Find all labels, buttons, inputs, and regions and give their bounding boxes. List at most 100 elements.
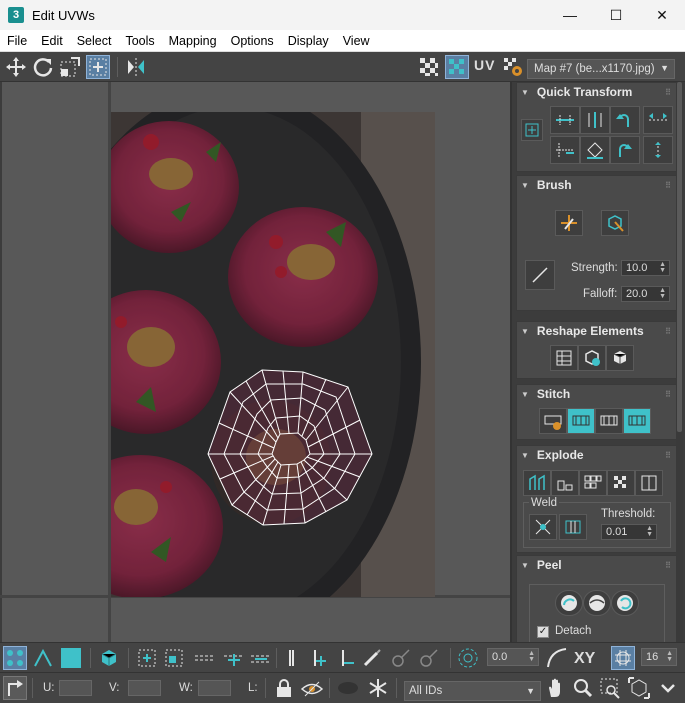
align-to-edge-icon[interactable]	[580, 136, 610, 164]
weld-label: Weld	[529, 497, 559, 509]
brush-header[interactable]: ▼ Brush ⠿	[517, 176, 676, 194]
stitch-average-icon[interactable]	[595, 408, 623, 434]
ring-select-icon[interactable]	[279, 646, 303, 670]
shrink-selection-icon[interactable]	[162, 646, 186, 670]
freeze-icon[interactable]	[366, 676, 390, 700]
relax-element-icon[interactable]	[578, 345, 606, 371]
align-vertical-icon[interactable]	[580, 106, 610, 134]
zoom-extents-dropdown-icon[interactable]	[656, 676, 680, 700]
minimize-button[interactable]: —	[547, 0, 593, 30]
stitch-custom-icon[interactable]	[539, 408, 567, 434]
zoom-region-icon[interactable]	[598, 676, 622, 700]
align-horizontal-icon[interactable]	[550, 106, 580, 134]
select-edge-icon[interactable]	[31, 646, 55, 670]
material-id-dropdown[interactable]: All IDs ▼	[404, 681, 541, 701]
xy-axis-toggle[interactable]: XY	[574, 650, 595, 668]
paint-move-icon[interactable]	[555, 210, 583, 236]
flip-horizontal-icon[interactable]	[643, 106, 673, 134]
select-vertex-icon[interactable]	[3, 646, 27, 670]
map-settings-icon[interactable]	[501, 55, 525, 79]
scale-icon[interactable]	[58, 55, 82, 79]
paint-select-icon[interactable]	[360, 646, 384, 670]
grid-snap-icon[interactable]	[611, 646, 635, 670]
menu-edit[interactable]: Edit	[34, 34, 70, 48]
threshold-spinner[interactable]: 0.01 ▲ ▼	[601, 524, 657, 540]
move-icon[interactable]	[4, 55, 28, 79]
absolute-offset-mode-icon[interactable]	[3, 676, 27, 700]
detach-checkbox[interactable]: ✓	[537, 626, 549, 638]
strength-spinner[interactable]: 10.0 ▲ ▼	[621, 260, 670, 276]
straighten-selection-icon[interactable]	[550, 345, 578, 371]
checker-pattern-icon[interactable]	[417, 55, 441, 79]
loop-grow-icon[interactable]	[222, 646, 246, 670]
freeform-mode-icon[interactable]	[86, 55, 110, 79]
rotate-cw-icon[interactable]	[610, 136, 640, 164]
rotate-angle-spinner[interactable]: 0.0 ▲ ▼	[487, 648, 539, 666]
w-coordinate-field[interactable]	[198, 680, 231, 696]
brush-rollout: ▼ Brush ⠿ Strength: 10.0 ▲ ▼ Falloff: 20.0 ▲ ▼	[516, 175, 677, 311]
stack-element-icon[interactable]	[606, 345, 634, 371]
lock-selection-icon[interactable]	[272, 676, 296, 700]
zoom-extents-icon[interactable]	[627, 676, 651, 700]
brush-falloff-curve-icon[interactable]	[525, 260, 555, 290]
stitch-header[interactable]: ▼ Stitch ⠿	[517, 385, 676, 403]
grow-selection-icon[interactable]	[135, 646, 159, 670]
menu-view[interactable]: View	[336, 34, 377, 48]
flatten-by-polygon-angle-icon[interactable]	[607, 470, 635, 496]
soft-selection-icon[interactable]	[456, 646, 480, 670]
flip-vertical-icon[interactable]	[643, 136, 673, 164]
maximize-button[interactable]: ☐	[593, 0, 639, 30]
explode-header[interactable]: ▼ Explode ⠿	[517, 446, 676, 464]
pan-hand-icon[interactable]	[544, 676, 568, 700]
mirror-icon[interactable]	[124, 55, 148, 79]
grid-size-spinner[interactable]: 16 ▲ ▼	[641, 648, 677, 666]
menu-display[interactable]: Display	[281, 34, 336, 48]
flatten-by-material-icon[interactable]	[579, 470, 607, 496]
flatten-custom-icon[interactable]	[635, 470, 663, 496]
rotate-icon[interactable]	[31, 55, 55, 79]
weld-selected-icon[interactable]	[529, 514, 557, 540]
zoom-icon[interactable]	[571, 676, 595, 700]
menu-mapping[interactable]: Mapping	[162, 34, 224, 48]
relax-brush-icon[interactable]	[601, 210, 629, 236]
uv-label[interactable]: UV	[474, 57, 495, 73]
ring-shrink-icon[interactable]	[334, 646, 358, 670]
paint-select-grow-icon[interactable]	[389, 646, 413, 670]
menu-options[interactable]: Options	[224, 34, 281, 48]
rotate-ccw-icon[interactable]	[610, 106, 640, 134]
weld-all-selected-icon[interactable]	[559, 514, 587, 540]
flatten-by-smoothing-group-icon[interactable]	[551, 470, 579, 496]
falloff-spinner[interactable]: 20.0 ▲ ▼	[621, 286, 670, 302]
peel-mode-icon[interactable]	[583, 590, 611, 616]
space-horizontal-icon[interactable]	[550, 136, 580, 164]
v-coordinate-field[interactable]	[128, 680, 161, 696]
close-button[interactable]: ✕	[639, 0, 685, 30]
map-selector-dropdown[interactable]: Map #7 (be...x1170.jpg) ▼	[527, 59, 675, 79]
select-element-icon[interactable]	[97, 646, 121, 670]
reset-peel-icon[interactable]	[611, 590, 639, 616]
stitch-to-source-icon[interactable]	[567, 408, 595, 434]
panel-scrollbar[interactable]	[676, 82, 683, 642]
falloff-curve-icon[interactable]	[545, 646, 569, 670]
break-icon[interactable]	[523, 470, 551, 496]
pivot-icon[interactable]	[521, 119, 543, 141]
paint-select-shrink-icon[interactable]	[417, 646, 441, 670]
show-map-icon[interactable]	[445, 55, 469, 79]
show-unhidden-icon[interactable]	[336, 676, 360, 700]
quick-peel-icon[interactable]	[555, 590, 583, 616]
loop-shrink-icon[interactable]	[249, 646, 273, 670]
loop-select-icon[interactable]	[193, 646, 217, 670]
uv-mesh-overlay[interactable]	[0, 82, 510, 642]
reshape-elements-header[interactable]: ▼ Reshape Elements ⠿	[517, 322, 676, 340]
select-face-icon[interactable]	[59, 646, 83, 670]
peel-header[interactable]: ▼ Peel ⠿	[517, 556, 676, 574]
menu-file[interactable]: File	[0, 34, 34, 48]
stitch-to-target-icon[interactable]	[623, 408, 651, 434]
quick-transform-header[interactable]: ▼ Quick Transform ⠿	[517, 83, 676, 101]
menu-tools[interactable]: Tools	[118, 34, 161, 48]
ring-grow-icon[interactable]	[306, 646, 330, 670]
hide-unhide-icon[interactable]	[300, 676, 324, 700]
uv-editor-viewport[interactable]	[0, 82, 510, 642]
menu-select[interactable]: Select	[70, 34, 119, 48]
u-coordinate-field[interactable]	[59, 680, 92, 696]
